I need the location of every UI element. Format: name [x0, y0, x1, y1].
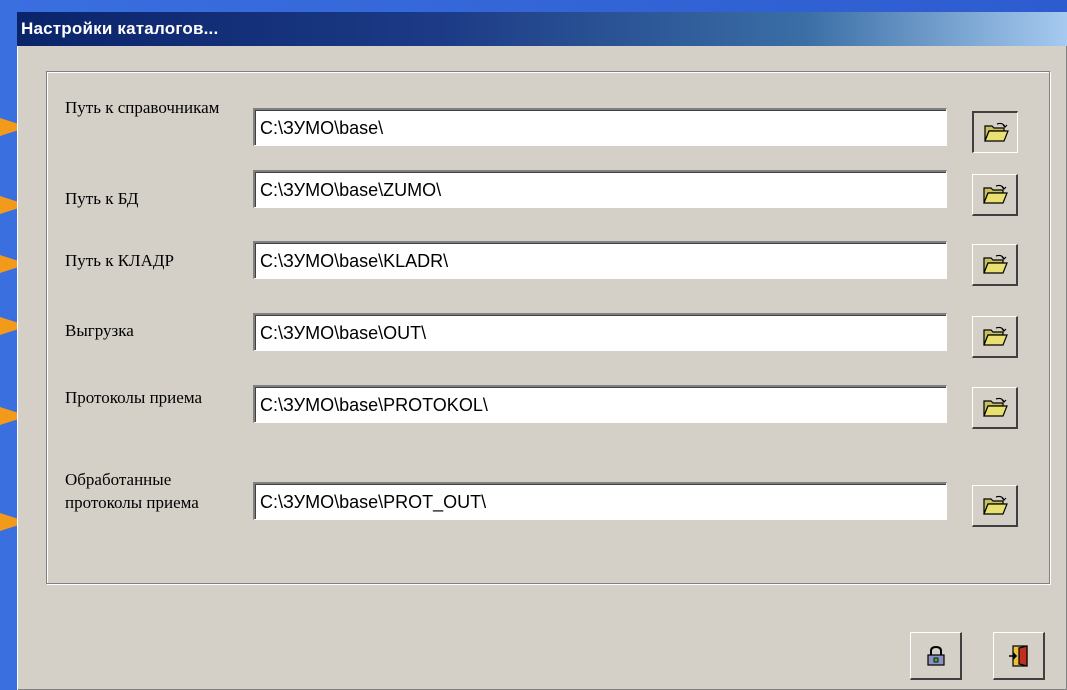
- window-title: Настройки каталогов...: [21, 19, 219, 38]
- kladr-path-field[interactable]: C:\ЗУМО\base\KLADR\: [253, 241, 947, 279]
- open-folder-icon: [983, 122, 1009, 142]
- browse-protocols-button[interactable]: [972, 387, 1018, 429]
- open-folder-icon: [982, 397, 1008, 417]
- browse-kladr-button[interactable]: [972, 244, 1018, 286]
- settings-dialog: Настройки каталогов... Путь к справочник…: [17, 12, 1067, 690]
- open-folder-icon: [982, 254, 1008, 274]
- protocols-path-field[interactable]: C:\ЗУМО\base\PROTOKOL\: [253, 385, 947, 423]
- title-bar: Настройки каталогов...: [17, 12, 1067, 46]
- db-path-field[interactable]: C:\ЗУМО\base\ZUMO\: [253, 170, 947, 208]
- lock-icon: [926, 645, 945, 666]
- reference-path-field[interactable]: C:\ЗУМО\base\: [253, 108, 947, 146]
- label-export-path: Выгрузка: [65, 321, 134, 340]
- browse-db-button[interactable]: [972, 174, 1018, 216]
- browse-reference-button[interactable]: [972, 111, 1018, 153]
- export-path-field[interactable]: C:\ЗУМО\base\OUT\: [253, 313, 947, 351]
- label-db-path: Путь к БД: [65, 189, 139, 208]
- processed-protocols-path-field[interactable]: C:\ЗУМО\base\PROT_OUT\: [253, 482, 947, 520]
- browse-processed-protocols-button[interactable]: [972, 485, 1018, 527]
- label-kladr-path: Путь к КЛАДР: [65, 251, 174, 270]
- label-processed-protocols-path: Обработанные протоколы приема: [65, 470, 199, 512]
- door-exit-icon: [1008, 644, 1028, 667]
- label-protocols-path: Протоколы приема: [65, 388, 203, 407]
- save-button[interactable]: [910, 632, 962, 680]
- label-reference-path: Путь к справочникам: [65, 98, 220, 117]
- open-folder-icon: [982, 184, 1008, 204]
- exit-button[interactable]: [993, 632, 1045, 680]
- open-folder-icon: [982, 495, 1008, 515]
- open-folder-icon: [982, 326, 1008, 346]
- browse-export-button[interactable]: [972, 316, 1018, 358]
